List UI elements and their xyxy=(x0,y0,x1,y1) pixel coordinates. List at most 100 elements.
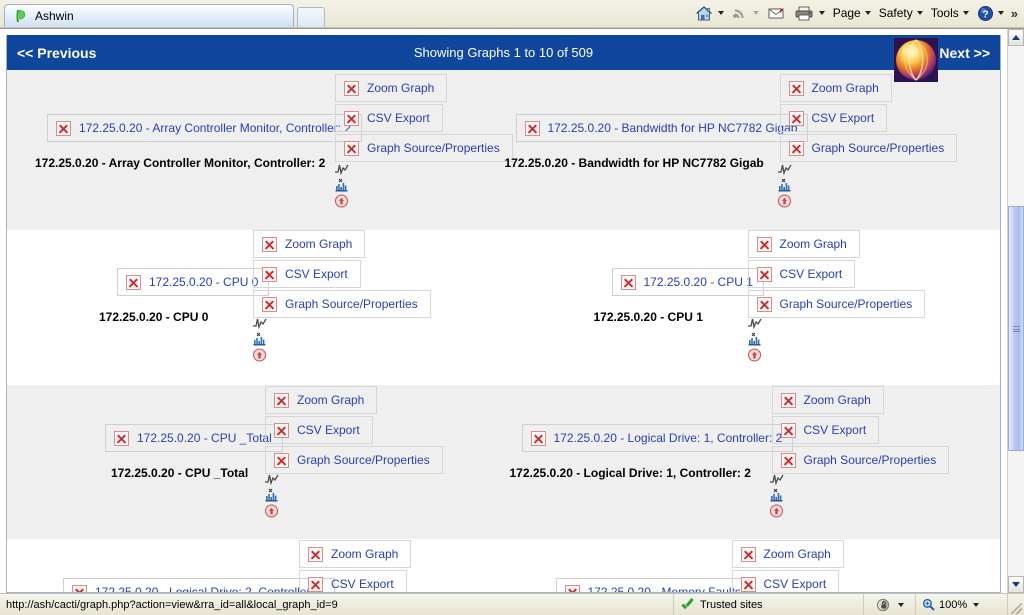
page-menu[interactable]: Page xyxy=(830,2,874,24)
browser-window: Ashwin Page Safety Tools ? » << Previous… xyxy=(0,0,1024,615)
previous-page-link[interactable]: << Previous xyxy=(17,45,96,61)
broken-image-icon xyxy=(564,584,580,592)
graph-source-properties-link[interactable]: Graph Source/Properties xyxy=(779,134,958,162)
loading-orb-image xyxy=(891,35,941,85)
safety-caret-icon[interactable] xyxy=(916,11,923,15)
help-caret-icon[interactable] xyxy=(997,11,1004,15)
resize-grip[interactable] xyxy=(1008,594,1024,615)
zoom-graph-link[interactable]: Zoom Graph xyxy=(265,386,378,414)
graph-cell: 172.25.0.20 - Memory Faults Zoom Graph C… xyxy=(504,539,1001,592)
broken-upload-icon xyxy=(769,504,785,519)
home-caret-icon[interactable] xyxy=(717,11,724,15)
graph-image-placeholder[interactable]: 172.25.0.20 - Array Controller Monitor, … xyxy=(47,114,363,142)
graph-source-properties-link[interactable]: Graph Source/Properties xyxy=(253,290,431,318)
broken-image-icon xyxy=(308,546,323,562)
graph-caption: 172.25.0.20 - CPU 0 xyxy=(99,310,209,324)
zoom-graph-link[interactable]: Zoom Graph xyxy=(779,74,892,102)
graph-source-properties-link[interactable]: Graph Source/Properties xyxy=(265,446,443,474)
help-menu[interactable]: ? xyxy=(974,2,1007,24)
zoom-graph-link[interactable]: Zoom Graph xyxy=(335,74,448,102)
graph-cell: 172.25.0.20 - CPU 0 Zoom Graph CSV Expor… xyxy=(7,230,504,385)
broken-image-icon xyxy=(740,576,756,592)
zoom-control[interactable]: 100% xyxy=(916,593,1008,615)
protected-mode-indicator[interactable] xyxy=(864,593,916,615)
scrollbar-track[interactable] xyxy=(1008,46,1024,576)
next-page-link[interactable]: Next >> xyxy=(894,37,990,82)
graph-actions: Zoom Graph CSV Export Graph Source/Prope… xyxy=(335,74,513,162)
graph-image-placeholder[interactable]: 172.25.0.20 - Memory Faults xyxy=(555,578,752,592)
print-caret-icon[interactable] xyxy=(818,11,825,15)
graph-caption: 172.25.0.20 - Bandwidth for HP NC7782 Gi… xyxy=(504,156,764,170)
new-tab-button[interactable] xyxy=(297,7,325,27)
graph-source-properties-link[interactable]: Graph Source/Properties xyxy=(771,446,950,474)
zoom-graph-link[interactable]: Zoom Graph xyxy=(299,540,412,568)
tools-menu-label: Tools xyxy=(930,6,959,20)
graph-image-placeholder[interactable]: 172.25.0.20 - CPU _Total xyxy=(105,424,283,452)
graph-image-alt-text: 172.25.0.20 - Bandwidth for HP NC7782 Gi… xyxy=(547,121,798,135)
broken-chart-line-icon xyxy=(777,162,793,177)
tools-caret-icon[interactable] xyxy=(962,11,969,15)
broken-image-icon xyxy=(114,430,129,446)
csv-export-link[interactable]: CSV Export xyxy=(747,260,856,288)
broken-chart-line-icon xyxy=(252,316,268,331)
zoom-graph-link[interactable]: Zoom Graph xyxy=(253,230,366,258)
scroll-down-button[interactable] xyxy=(1008,576,1024,593)
scroll-up-button[interactable] xyxy=(1008,29,1024,46)
security-zone-indicator[interactable]: Trusted sites xyxy=(674,593,864,615)
zoom-graph-link[interactable]: Zoom Graph xyxy=(731,540,844,568)
graph-image-placeholder[interactable]: 172.25.0.20 - Logical Drive: 1, Controll… xyxy=(521,424,794,452)
broken-chart-line-icon xyxy=(769,472,785,487)
broken-chart-line-icon xyxy=(334,162,350,177)
scrollbar-grip-icon xyxy=(1012,325,1020,333)
print-button[interactable] xyxy=(791,2,828,24)
page-menu-label: Page xyxy=(832,6,861,20)
csv-export-link[interactable]: CSV Export xyxy=(771,416,880,444)
feeds-button[interactable] xyxy=(729,2,762,24)
page-caret-icon[interactable] xyxy=(864,11,871,15)
graph-actions: Zoom Graph CSV Export Graph Source/Prope… xyxy=(253,230,431,318)
tools-menu[interactable]: Tools xyxy=(928,2,972,24)
home-button[interactable] xyxy=(692,2,727,24)
printer-icon xyxy=(795,6,813,20)
graph-source-properties-link[interactable]: Graph Source/Properties xyxy=(747,290,926,318)
feeds-caret-icon[interactable] xyxy=(752,11,759,15)
graph-source-label: Graph Source/Properties xyxy=(811,141,945,155)
graph-image-placeholder[interactable]: 172.25.0.20 - CPU 1 xyxy=(611,268,764,296)
graph-source-properties-link[interactable]: Graph Source/Properties xyxy=(335,134,513,162)
broken-image-icon xyxy=(780,452,796,468)
broken-image-icon xyxy=(308,576,323,592)
graph-mini-icons xyxy=(776,162,794,209)
csv-export-link[interactable]: CSV Export xyxy=(299,570,407,592)
csv-export-link[interactable]: CSV Export xyxy=(731,570,840,592)
broken-upload-icon xyxy=(777,194,793,209)
security-zone-label: Trusted sites xyxy=(700,598,763,611)
broken-image-icon xyxy=(788,140,804,156)
svg-text:?: ? xyxy=(982,9,988,20)
read-mail-button[interactable] xyxy=(764,2,789,24)
graph-image-placeholder[interactable]: 172.25.0.20 - CPU 0 xyxy=(117,268,270,296)
csv-export-link[interactable]: CSV Export xyxy=(265,416,373,444)
zoom-graph-label: Zoom Graph xyxy=(367,81,435,95)
graph-cell: 172.25.0.20 - CPU _Total Zoom Graph CSV … xyxy=(7,385,504,539)
broken-image-icon xyxy=(56,120,71,136)
zoom-graph-link[interactable]: Zoom Graph xyxy=(771,386,884,414)
broken-bar-chart-icon xyxy=(252,332,268,347)
graph-image-placeholder[interactable]: 172.25.0.20 - Bandwidth for HP NC7782 Gi… xyxy=(515,114,809,142)
mail-icon xyxy=(768,7,784,18)
zoom-caret-icon[interactable] xyxy=(973,602,980,607)
vertical-scrollbar[interactable] xyxy=(1007,29,1024,593)
graph-image-placeholder[interactable]: 172.25.0.20 - Logical Drive: 2, Controll… xyxy=(63,578,335,592)
graph-pagination-bar: << Previous Showing Graphs 1 to 10 of 50… xyxy=(7,35,1000,82)
leaf-favicon xyxy=(13,8,29,24)
csv-export-link[interactable]: CSV Export xyxy=(253,260,361,288)
protected-mode-caret-icon[interactable] xyxy=(897,602,904,607)
safety-menu[interactable]: Safety xyxy=(876,2,926,24)
toolbar-overflow-button[interactable]: » xyxy=(1009,6,1018,21)
scrollbar-thumb[interactable] xyxy=(1008,206,1024,451)
broken-bar-chart-icon xyxy=(334,178,350,193)
browser-tab-active[interactable]: Ashwin xyxy=(4,4,294,27)
csv-export-link[interactable]: CSV Export xyxy=(779,104,888,132)
graph-cell: 172.25.0.20 - Logical Drive: 1, Controll… xyxy=(504,385,1001,539)
csv-export-link[interactable]: CSV Export xyxy=(335,104,443,132)
zoom-graph-link[interactable]: Zoom Graph xyxy=(747,230,860,258)
